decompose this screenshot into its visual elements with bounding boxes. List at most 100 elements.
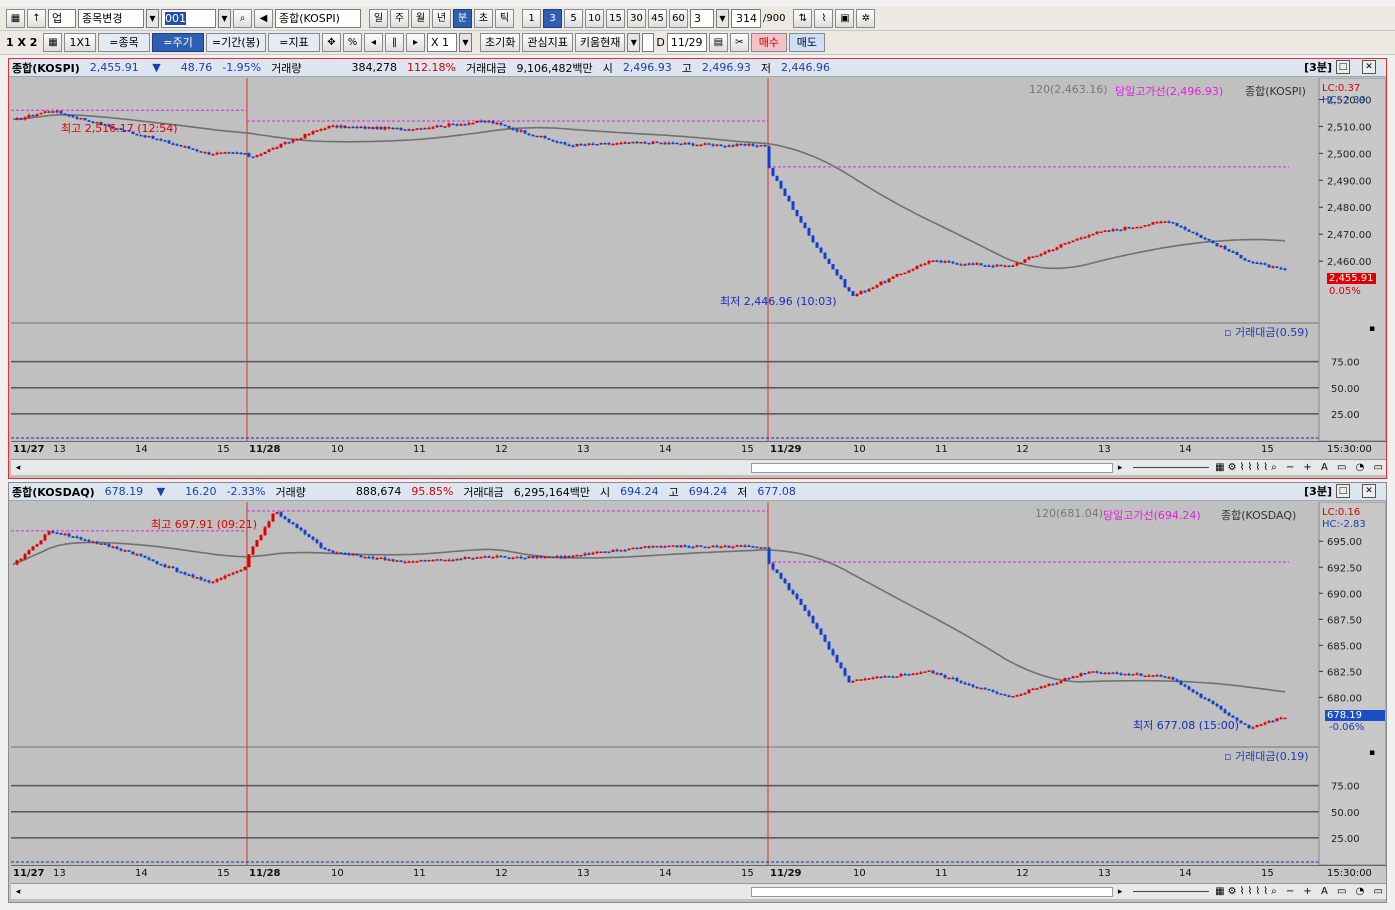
buy-button[interactable]: 매수	[750, 33, 787, 52]
period-month[interactable]: 월	[411, 9, 430, 28]
minute-5[interactable]: 5	[564, 9, 583, 28]
close-icon[interactable]: ✕	[1362, 484, 1376, 498]
scroll-thumb[interactable]	[751, 462, 1114, 473]
one-by-one-button[interactable]: 1X1	[64, 33, 96, 52]
save-icon[interactable]: ▣	[835, 9, 855, 28]
range-sync-button[interactable]: =기간(봉)	[206, 33, 266, 52]
scroll-right-icon[interactable]: ▸	[1113, 887, 1127, 897]
zoom-slider[interactable]	[1133, 467, 1210, 468]
count-input[interactable]: 314	[731, 9, 761, 28]
close-icon[interactable]: ✕	[1362, 60, 1376, 74]
minute-1[interactable]: 1	[522, 9, 541, 28]
chevron-down-icon[interactable]: ▼	[716, 9, 729, 28]
sub-close-icon[interactable]: ▪	[1369, 748, 1375, 758]
scissors-icon[interactable]: ✂	[729, 33, 749, 52]
candle	[1267, 264, 1271, 268]
reset-button[interactable]: 초기화	[480, 33, 521, 52]
interest-indicator-button[interactable]: 관심지표	[522, 33, 573, 52]
chevron-down-icon[interactable]: ▼	[146, 9, 159, 28]
restore-icon[interactable]: □	[1336, 60, 1350, 74]
candle	[267, 149, 271, 152]
candle	[267, 521, 271, 528]
layout-icon[interactable]: ▦	[6, 9, 25, 28]
minute-30[interactable]: 30	[627, 9, 646, 28]
indicator-sync-button[interactable]: =지표	[268, 33, 320, 52]
candle	[1123, 227, 1127, 231]
speaker-icon[interactable]: ◀	[254, 9, 273, 28]
code-input[interactable]: 001	[161, 9, 216, 28]
scroll-left-icon[interactable]: ◂	[11, 463, 25, 473]
candle	[719, 144, 723, 147]
chevron-down-icon[interactable]: ▼	[627, 33, 641, 52]
scroll-right-icon[interactable]: ▸	[1113, 463, 1127, 473]
candle	[479, 556, 483, 559]
calendar-icon[interactable]: ▤	[708, 33, 728, 52]
next-icon[interactable]: ▸	[406, 33, 425, 52]
candle	[703, 546, 707, 549]
period-second[interactable]: 초	[474, 9, 493, 28]
scroll-track[interactable]	[25, 886, 1114, 897]
candle	[51, 531, 55, 533]
candle	[419, 128, 423, 130]
restore-icon[interactable]: □	[1336, 484, 1350, 498]
date-input[interactable]: 11/29	[666, 33, 707, 52]
minute-3[interactable]: 3	[543, 9, 562, 28]
gear-icon[interactable]: ✲	[856, 9, 876, 28]
plot-background	[11, 78, 1319, 441]
period-day[interactable]: 일	[369, 9, 388, 28]
zoom-select[interactable]: X 1	[427, 33, 457, 52]
market-select[interactable]: 업	[48, 9, 76, 28]
chart-tools-icons[interactable]: ▦⚙⌇⌇⌇⌇⌕ − + A ▭ ◔ ▭	[1215, 462, 1386, 473]
chevron-down-icon[interactable]: ▼	[459, 33, 472, 52]
candle	[527, 556, 531, 559]
prev-icon[interactable]: ◂	[364, 33, 383, 52]
time-tick-label: 15	[741, 868, 754, 879]
candle	[303, 134, 307, 139]
minute-60[interactable]: 60	[669, 9, 688, 28]
sell-button[interactable]: 매도	[788, 33, 825, 52]
compare-icon[interactable]: ⇅	[793, 9, 813, 28]
price-tick-label: 680.00	[1327, 693, 1362, 704]
layout-label[interactable]: 1 X 2	[6, 36, 37, 49]
zoom-slider[interactable]	[1133, 891, 1210, 892]
candle	[1135, 226, 1139, 229]
candle	[583, 144, 587, 147]
period-minute[interactable]: 분	[453, 9, 472, 28]
chart-tools-icons[interactable]: ▦⚙⌇⌇⌇⌇⌕ − + A ▭ ◔ ▭	[1215, 886, 1386, 897]
candle	[1103, 672, 1107, 675]
period-year[interactable]: 년	[432, 9, 451, 28]
candle	[123, 550, 127, 552]
candle	[899, 273, 903, 276]
price-change-pct: -2.33%	[226, 485, 266, 498]
candle	[339, 125, 343, 128]
minute-15[interactable]: 15	[606, 9, 625, 28]
horizontal-scrollbar[interactable]: ◂ ▸ ▦⚙⌇⌇⌇⌇⌕ − + A ▭ ◔ ▭	[11, 459, 1386, 475]
kospi-price-chart[interactable]: 2,520.002,510.002,500.002,490.002,480.00…	[11, 78, 1386, 441]
move-icon[interactable]: ✥	[322, 33, 341, 52]
chart-line-icon[interactable]: ⌇	[814, 9, 834, 28]
kosdaq-price-chart[interactable]: 695.00 692.50 690.00 687.50 685.00 682.50 680.…	[11, 502, 1386, 865]
horizontal-scrollbar[interactable]: ◂ ▸ ▦⚙⌇⌇⌇⌇⌕ − + A ▭ ◔ ▭	[11, 883, 1386, 899]
sub-close-icon[interactable]: ▪	[1369, 324, 1375, 334]
percent-button[interactable]: %	[343, 33, 362, 52]
kiwoom-current-button[interactable]: 키움현재	[574, 33, 626, 52]
pause-icon[interactable]: ‖	[385, 33, 404, 52]
candle	[991, 265, 995, 268]
minute-45[interactable]: 45	[648, 9, 667, 28]
scroll-thumb[interactable]	[751, 886, 1114, 897]
scroll-left-icon[interactable]: ◂	[11, 887, 25, 897]
item-sync-button[interactable]: =종목	[98, 33, 150, 52]
search-icon[interactable]: ⌕	[233, 9, 252, 28]
candle	[651, 141, 655, 144]
pin-icon[interactable]: ↑	[27, 9, 46, 28]
date-checkbox[interactable]	[642, 33, 655, 52]
chevron-down-icon[interactable]: ▼	[218, 9, 231, 28]
minute-10[interactable]: 10	[585, 9, 604, 28]
period-week[interactable]: 주	[390, 9, 409, 28]
grid-icon[interactable]: ▦	[43, 33, 63, 52]
change-item-select[interactable]: 종목변경	[78, 9, 144, 28]
period-tick[interactable]: 틱	[495, 9, 514, 28]
period-sync-button[interactable]: =주기	[152, 33, 204, 52]
minute-value-input[interactable]: 3	[690, 9, 714, 28]
scroll-track[interactable]	[25, 462, 1114, 473]
